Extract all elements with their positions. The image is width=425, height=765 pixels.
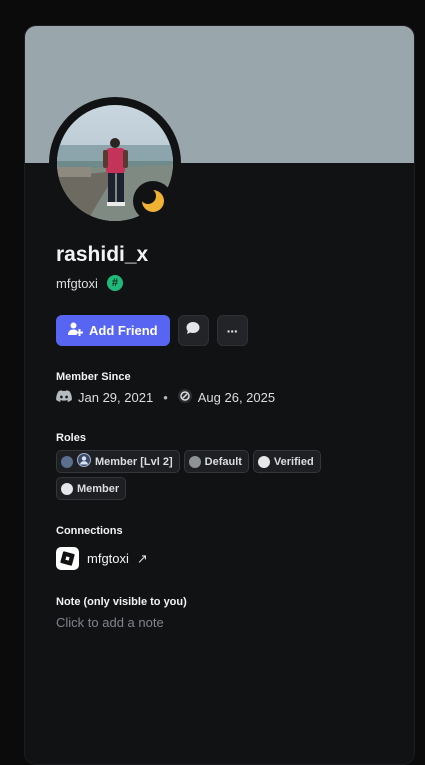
chat-bubble-icon	[185, 320, 201, 341]
role-name: Member	[77, 482, 120, 495]
discord-join-date: Jan 29, 2021	[78, 390, 154, 405]
avatar-frame	[49, 97, 181, 229]
role-pill-member-lvl2[interactable]: Member [Lvl 2]	[56, 450, 180, 473]
add-friend-button[interactable]: Add Friend	[56, 315, 170, 346]
profile-card: rashidi_x mfgtoxi # Add Friend ··· Membe…	[24, 25, 415, 765]
idle-moon-icon	[140, 188, 166, 214]
status-indicator	[133, 181, 173, 221]
role-name: Member [Lvl 2]	[95, 455, 173, 468]
roles-heading: Roles	[56, 432, 86, 444]
role-color-dot	[257, 455, 270, 468]
role-name: Verified	[273, 455, 314, 468]
role-color-dot	[61, 455, 73, 468]
profile-actions: Add Friend ···	[56, 315, 248, 346]
server-join-date: Aug 26, 2025	[197, 390, 276, 405]
connection-item[interactable]: mfgtoxi ↗	[56, 547, 148, 570]
role-color-dot	[61, 482, 73, 495]
external-link-icon[interactable]: ↗	[137, 551, 148, 567]
add-friend-label: Add Friend	[89, 323, 158, 338]
connections-heading: Connections	[56, 525, 123, 537]
roblox-icon	[56, 547, 79, 570]
message-button[interactable]	[177, 315, 209, 346]
roles-list: Member [Lvl 2] Default Verified Member	[56, 450, 356, 500]
more-options-button[interactable]: ···	[216, 315, 248, 346]
display-name: rashidi_x	[56, 243, 149, 266]
add-friend-icon	[67, 321, 83, 340]
role-pill-default[interactable]: Default	[183, 450, 249, 473]
date-separator: •	[163, 390, 168, 405]
member-since-row: Jan 29, 2021 • Aug 26, 2025	[56, 389, 275, 406]
role-name: Default	[204, 455, 242, 468]
username[interactable]: mfgtoxi	[56, 276, 98, 291]
server-tag-badge[interactable]: #	[106, 275, 123, 291]
role-pill-member[interactable]: Member	[56, 477, 127, 500]
discord-logo-icon	[56, 390, 72, 405]
more-dots-icon: ···	[226, 322, 239, 339]
server-icon	[177, 389, 192, 406]
role-color-dot	[188, 455, 201, 468]
note-input[interactable]: Click to add a note	[56, 615, 164, 630]
note-heading: Note (only visible to you)	[56, 596, 187, 608]
connection-name: mfgtoxi	[87, 551, 129, 566]
role-pill-verified[interactable]: Verified	[252, 450, 321, 473]
member-since-heading: Member Since	[56, 371, 131, 383]
username-row: mfgtoxi #	[56, 273, 123, 293]
role-icon	[77, 453, 91, 470]
